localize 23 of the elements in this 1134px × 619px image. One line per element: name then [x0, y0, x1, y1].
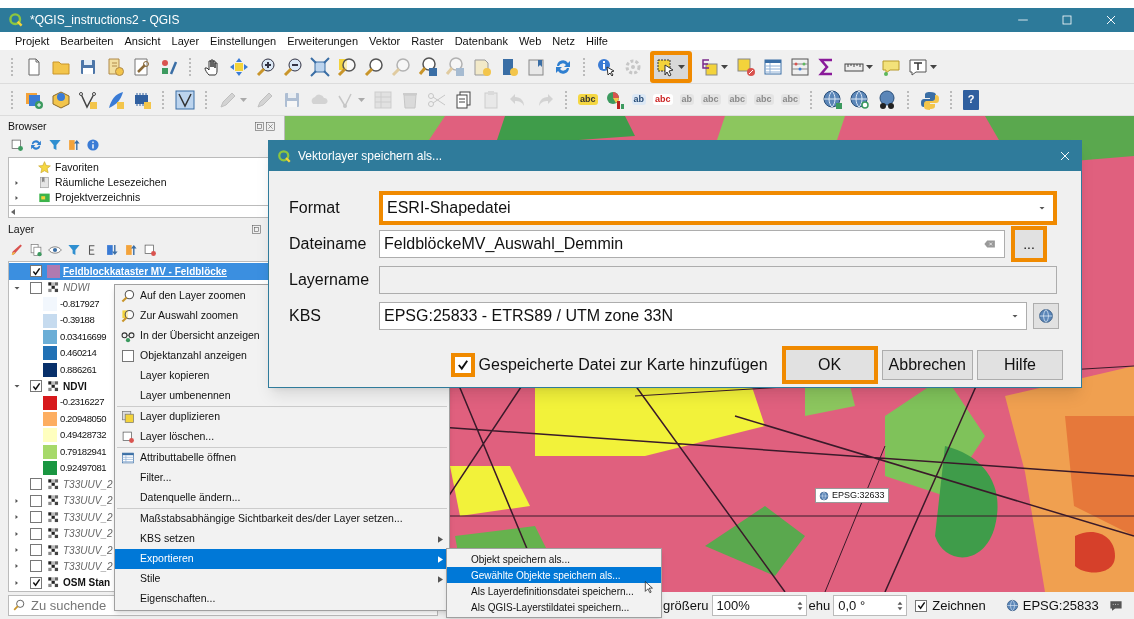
crs-text: EPSG:32633 [832, 488, 885, 502]
dialog-title: Vektorlayer speichern als... [298, 148, 443, 165]
legend-label: -0.39188 [60, 313, 95, 328]
legend-label: 0.460214 [60, 346, 97, 361]
legend-label: -0.817927 [60, 297, 100, 312]
legend-label: -0.2316227 [60, 395, 105, 410]
scale-label: größeru [663, 596, 709, 615]
legend-label: 0.92497081 [60, 460, 107, 475]
field-label: KBS [288, 306, 322, 326]
field-label: Dateiname [288, 234, 368, 254]
field-label: Layername [288, 270, 371, 290]
field-label: Format [288, 198, 341, 218]
rotation-label: ehu [808, 596, 831, 615]
checkbox-label: Gespeicherte Datei zur Karte hinzufügen [478, 355, 768, 375]
render-label: Zeichnen [932, 596, 986, 615]
window-title: *QGIS_instructions2 - QGIS [30, 12, 180, 29]
panel-title: Layer [8, 221, 35, 237]
legend-label: 0.886261 [60, 362, 97, 377]
panel-title: Browser [8, 118, 47, 134]
legend-label: 0.79182941 [60, 444, 107, 459]
legend-label: 0.20948050 [60, 411, 107, 426]
legend-label: 0.03416699 [60, 329, 107, 344]
legend-label: 0.49428732 [60, 428, 107, 443]
